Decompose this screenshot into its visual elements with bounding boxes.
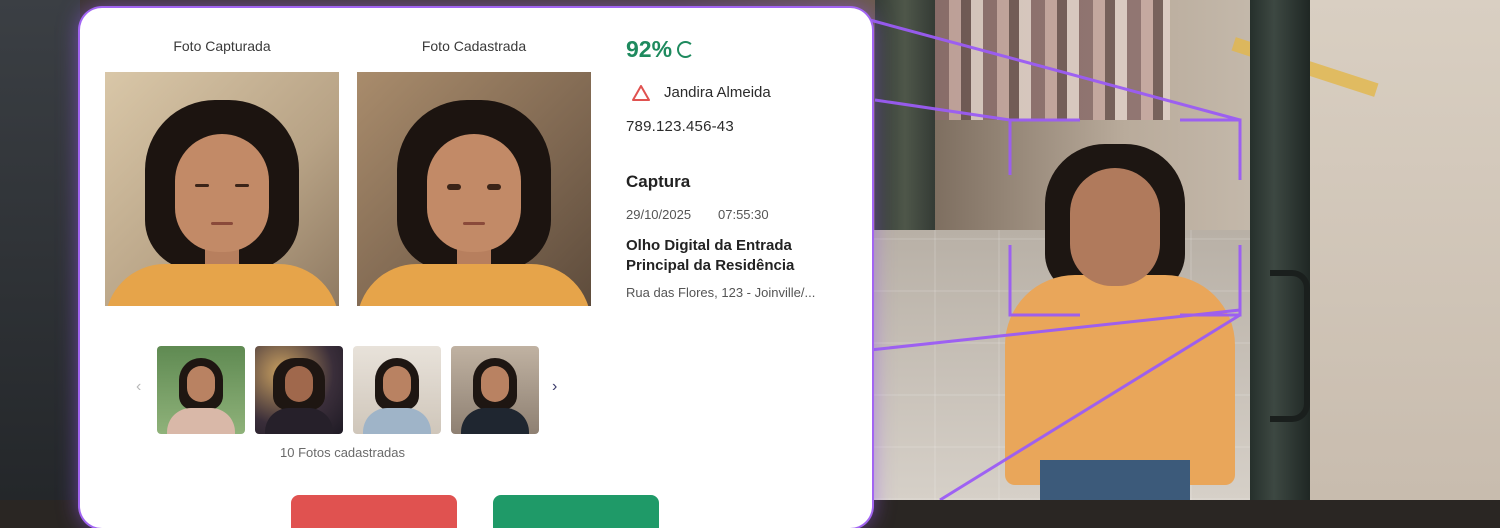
captured-photo-right-eye [235, 184, 249, 187]
gallery-thumbnail-body [167, 408, 235, 434]
registered-photo-face [427, 134, 521, 252]
gallery-thumbnail-face [285, 366, 313, 402]
registered-photo [357, 72, 591, 306]
captured-photo-face [175, 134, 269, 252]
registered-photo-title: Foto Cadastrada [421, 38, 527, 54]
registered-photo-mouth [463, 222, 485, 225]
gallery-thumbnail[interactable] [157, 346, 245, 434]
gallery-thumbnail-face [383, 366, 411, 402]
gallery-thumbnail-body [461, 408, 529, 434]
gallery-prev-button[interactable]: ‹ [136, 378, 141, 396]
capture-date: 29/10/2025 [626, 207, 692, 222]
registered-photo-shirt [357, 264, 591, 306]
gallery-thumbnail-face [481, 366, 509, 402]
registered-photo-left-eye [447, 184, 461, 190]
gallery-thumbnail-face [187, 366, 215, 402]
captured-photo-left-eye [195, 184, 209, 187]
document-id: 789.123.456-43 [626, 118, 734, 135]
registered-photo-right-eye [487, 184, 501, 190]
captured-photo-mouth [211, 222, 233, 225]
gallery-thumbnail[interactable] [451, 346, 539, 434]
gallery-thumbnail-body [363, 408, 431, 434]
loading-spinner-icon [677, 41, 695, 58]
warning-triangle-icon [632, 84, 650, 101]
captured-photo [105, 72, 339, 306]
projection-line-left [874, 98, 1011, 122]
match-score: 92% [626, 36, 695, 63]
projection-line-top [869, 18, 1241, 122]
gallery-thumbnail[interactable] [353, 346, 441, 434]
gallery-next-button[interactable]: › [552, 378, 557, 396]
face-frame-corner-br [1180, 245, 1242, 317]
capture-title: Captura [626, 172, 691, 191]
gallery-thumbnail[interactable] [255, 346, 343, 434]
person-name: Jandira Almeida [664, 84, 771, 101]
person-name-row: Jandira Almeida [632, 84, 771, 101]
capture-address: Rua das Flores, 123 - Joinville/... [626, 285, 816, 300]
capture-location: Olho Digital da Entrada Principal da Res… [626, 237, 795, 274]
registered-photos-count: 10 Fotos cadastradas [280, 445, 406, 460]
captured-photo-shirt [105, 264, 339, 306]
gallery-thumbnail-body [265, 408, 333, 434]
captured-photo-title: Foto Capturada [173, 38, 271, 54]
recognition-card: Foto Capturada Foto Cadastrada 92% Jandi… [80, 8, 872, 528]
face-frame-corner-tl [1008, 118, 1080, 175]
face-frame-corner-tr [1180, 118, 1242, 180]
capture-time: 07:55:30 [718, 207, 769, 222]
projection-line-bottom [939, 313, 1241, 500]
face-frame-corner-bl [1008, 245, 1080, 317]
match-score-value: 92% [626, 36, 673, 62]
